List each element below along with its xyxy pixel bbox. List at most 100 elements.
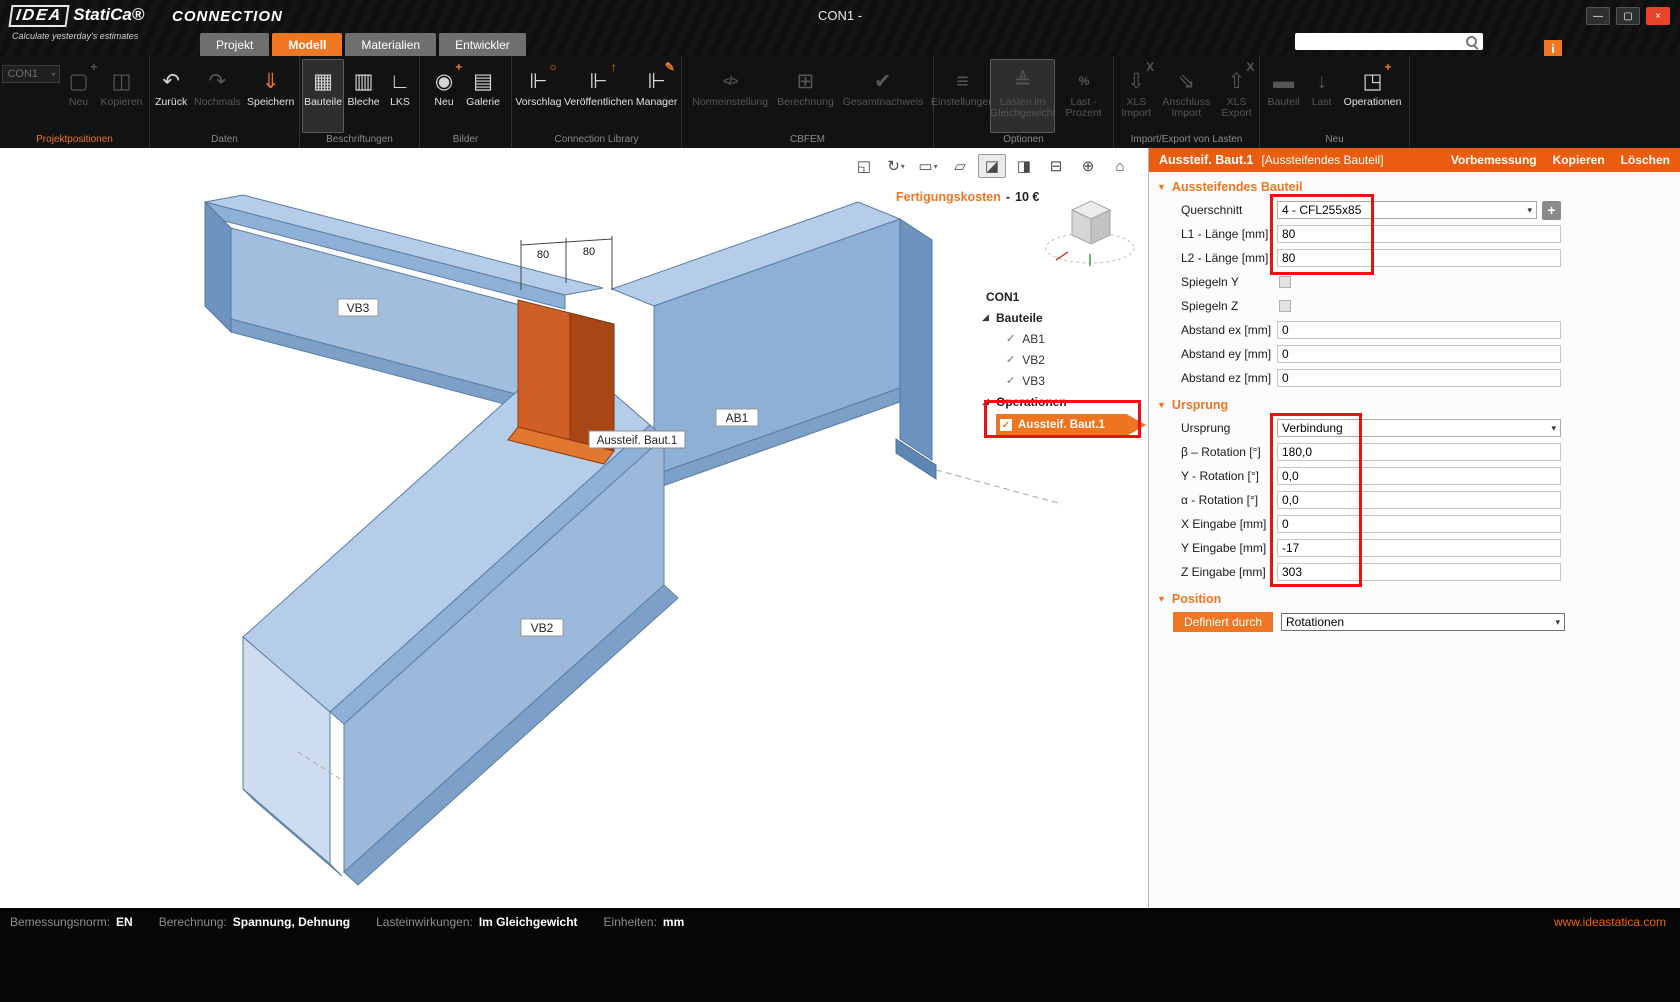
- property-label: Y - Rotation [°]: [1181, 469, 1259, 483]
- section-header-aussteifendes-bauteil[interactable]: ▼ Aussteifendes Bauteil: [1149, 176, 1680, 198]
- status-value: Spannung, Dehnung: [232, 915, 351, 929]
- ribbon-button-vorschlag[interactable]: ⊩ ○ Vorschlag: [514, 59, 563, 133]
- property-input-abstand-ez-mm[interactable]: 0: [1277, 369, 1561, 387]
- navigation-cube[interactable]: [1045, 200, 1135, 266]
- home-view-icon[interactable]: ⌂: [1106, 154, 1134, 178]
- tree-item-vb2[interactable]: ✓ VB2: [982, 349, 1148, 370]
- ribbon-button-operationen[interactable]: ◳ + Operationen: [1340, 59, 1406, 133]
- transparent-view-icon[interactable]: ◨: [1010, 154, 1038, 178]
- property-input-l2-l-nge-mm[interactable]: 80: [1277, 249, 1561, 267]
- checkmark-icon[interactable]: ✓: [1006, 374, 1015, 387]
- ribbon-button-galerie[interactable]: ▤ Galerie: [462, 59, 504, 133]
- tree-item-aussteif-baut-1[interactable]: ✓ Aussteif. Baut.1: [996, 414, 1146, 436]
- search-input[interactable]: [1297, 33, 1469, 52]
- property-input-l1-l-nge-mm[interactable]: 80: [1277, 225, 1561, 243]
- ribbon-group-projektpositionen: CON1 ▾ ▢ + Neu ◫ Kopieren Projektpositionen: [0, 56, 150, 148]
- ribbon-button-lasten-im-gleichgewicht: ≜ Lasten im Gleichgewicht: [990, 59, 1055, 133]
- tree-item-ab1[interactable]: ✓ AB1: [982, 328, 1148, 349]
- ribbon-button-speichern[interactable]: ⇓ Speichern: [244, 59, 297, 133]
- ribbon-button-kopieren: ◫ Kopieren: [96, 59, 146, 133]
- window-select-icon[interactable]: ▭ ▾: [914, 154, 942, 178]
- property-input-rotation[interactable]: 180,0: [1277, 443, 1561, 461]
- viewport-3d[interactable]: 80 80 VB3 AB1 VB2 Aussteif. Baut.1 ◱ ↻ ▾…: [0, 148, 1148, 908]
- accent-icon: ↑: [610, 60, 617, 74]
- property-input-abstand-ey-mm[interactable]: 0: [1277, 345, 1561, 363]
- maximize-button[interactable]: ▢: [1616, 7, 1640, 25]
- property-row-rotation: β – Rotation [°] 180,0: [1149, 440, 1680, 464]
- section-collapse-icon[interactable]: ▼: [1157, 400, 1166, 410]
- add-cross-section-button[interactable]: +: [1542, 200, 1561, 220]
- panel-action-vorbemessung[interactable]: Vorbemessung: [1451, 153, 1537, 167]
- ribbon-button-manager[interactable]: ⊩ ✎ Manager: [634, 59, 679, 133]
- ribbon-group-buttons: ▬ Bauteil ↓ Last ◳ + Operationen: [1260, 56, 1409, 133]
- website-link[interactable]: www.ideastatica.com: [1554, 915, 1666, 929]
- property-select-querschnitt[interactable]: 4 - CFL255x85 ▾: [1277, 201, 1537, 219]
- section-view-icon[interactable]: ⊟: [1042, 154, 1070, 178]
- ribbon-button-neu[interactable]: ◉ + Neu: [427, 59, 462, 133]
- status-label: Bemessungsnorm:: [10, 915, 111, 929]
- panel-action-kopieren[interactable]: Kopieren: [1553, 153, 1605, 167]
- property-select-definiert-durch[interactable]: Rotationen ▾: [1281, 613, 1565, 631]
- checkmark-icon[interactable]: ✓: [1006, 353, 1015, 366]
- property-input-rotation[interactable]: 0,0: [1277, 491, 1561, 509]
- beam-label-ab1: AB1: [715, 408, 759, 427]
- property-checkbox-spiegeln-z[interactable]: [1279, 300, 1291, 312]
- select-value: Verbindung: [1282, 421, 1343, 435]
- search-icon: [1466, 36, 1477, 47]
- tree-expander-icon[interactable]: ◢: [982, 312, 996, 323]
- minimize-button[interactable]: —: [1586, 7, 1610, 25]
- property-input-abstand-ex-mm[interactable]: 0: [1277, 321, 1561, 339]
- property-row-rotation: α - Rotation [°] 0,0: [1149, 488, 1680, 512]
- search-box[interactable]: [1295, 33, 1483, 52]
- property-input-y-eingabe-mm[interactable]: -17: [1277, 539, 1561, 557]
- ribbon-button-label: Einstellungen: [931, 96, 995, 108]
- cost-label: Fertigungskosten: [896, 190, 1001, 204]
- fit-view-icon[interactable]: ◱: [850, 154, 878, 178]
- property-row-definiert-durch: Definiert durch Rotationen ▾: [1149, 610, 1680, 634]
- panel-action-l-schen[interactable]: Löschen: [1621, 153, 1670, 167]
- beam-ab1-end-face[interactable]: [899, 218, 933, 461]
- chevron-down-icon: ▾: [51, 69, 56, 79]
- stiffener-web-face[interactable]: [517, 299, 571, 441]
- tree-item-vb3[interactable]: ✓ VB3: [982, 370, 1148, 391]
- ribbon-group-cbfem: </> Normeinstellung ⊞ Berechnung ✔ Gesamtnach…: [682, 56, 934, 148]
- operation-checkbox[interactable]: ✓: [1000, 419, 1012, 431]
- tree-root-con1[interactable]: CON1: [982, 286, 1148, 307]
- ribbon-group-import-export-von-lasten: ⇩ X XLS Import ⇘ Anschluss Import ⇧ X XLS Expor…: [1114, 56, 1260, 148]
- close-button[interactable]: ×: [1646, 7, 1670, 25]
- ribbon-group-label: Import/Export von Lasten: [1130, 134, 1243, 145]
- tree-group-bauteile[interactable]: ◢ Bauteile: [982, 307, 1148, 328]
- ribbon-button-bauteile[interactable]: ▦ Bauteile: [302, 59, 345, 133]
- svg-text:AB1: AB1: [726, 411, 749, 425]
- property-input-y-rotation[interactable]: 0,0: [1277, 467, 1561, 485]
- svg-text:VB2: VB2: [531, 621, 554, 635]
- property-input-x-eingabe-mm[interactable]: 0: [1277, 515, 1561, 533]
- ribbon-button-ver-ffentlichen[interactable]: ⊩ ↑ Veröffentlichen: [564, 59, 633, 133]
- orbit-icon[interactable]: ↻ ▾: [882, 154, 910, 178]
- tab-materialien[interactable]: Materialien: [345, 33, 437, 56]
- solid-view-icon[interactable]: ◪: [978, 154, 1006, 178]
- ribbon-button-anschluss-import: ⇘ Anschluss Import: [1158, 59, 1216, 133]
- wireframe-view-icon[interactable]: ▱: [946, 154, 974, 178]
- ribbon-button-bleche[interactable]: ▥ Bleche: [345, 59, 382, 133]
- ribbon-button-zur-ck[interactable]: ↶ Zurück: [152, 59, 190, 133]
- tab-projekt[interactable]: Projekt: [200, 33, 270, 56]
- stiffener-side-face[interactable]: [569, 312, 615, 452]
- ribbon-button-label: Normeinstellung: [692, 96, 769, 108]
- property-label: α - Rotation [°]: [1181, 493, 1259, 507]
- section-collapse-icon[interactable]: ▼: [1157, 182, 1166, 192]
- tree-group-operationen[interactable]: ◢ Operationen: [982, 391, 1148, 412]
- section-collapse-icon[interactable]: ▼: [1157, 594, 1166, 604]
- property-checkbox-spiegeln-y[interactable]: [1279, 276, 1291, 288]
- axes-icon[interactable]: ⊕: [1074, 154, 1102, 178]
- tab-entwickler[interactable]: Entwickler: [439, 33, 526, 56]
- section-header-position[interactable]: ▼ Position: [1149, 588, 1680, 610]
- property-input-z-eingabe-mm[interactable]: 303: [1277, 563, 1561, 581]
- checkmark-icon[interactable]: ✓: [1006, 332, 1015, 345]
- defined-by-button[interactable]: Definiert durch: [1173, 612, 1273, 632]
- property-select-ursprung[interactable]: Verbindung ▾: [1277, 419, 1561, 437]
- ribbon-button-lks[interactable]: ∟ LKS: [383, 59, 417, 133]
- tab-modell[interactable]: Modell: [272, 33, 343, 56]
- tree-expander-icon[interactable]: ◢: [982, 396, 996, 407]
- section-header-ursprung[interactable]: ▼ Ursprung: [1149, 394, 1680, 416]
